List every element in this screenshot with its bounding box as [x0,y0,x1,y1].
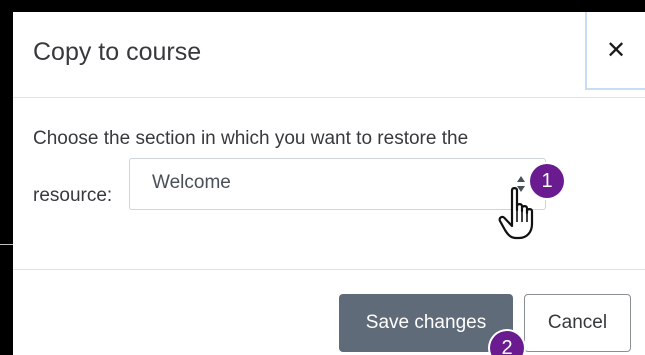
background-divider [0,244,14,245]
section-select[interactable]: Welcome [129,158,546,210]
hand-pointer-icon [498,187,534,240]
dialog-title: Copy to course [33,38,202,66]
close-icon: ✕ [605,36,627,64]
section-prompt-text: Choose the section in which you want to … [33,128,469,149]
section-select-value: Welcome [152,172,231,193]
cancel-button[interactable]: Cancel [524,294,631,352]
save-changes-button[interactable]: Save changes [339,294,513,352]
section-prompt-label: resource: [33,185,113,206]
close-button[interactable]: ✕ [585,12,645,90]
dialog-footer: Save changes Cancel [13,269,645,355]
screenshot-stage: Copy to course ✕ Choose the section in w… [0,0,645,355]
background-frame-left [0,0,13,355]
dialog-header: Copy to course ✕ [13,12,645,98]
background-frame-top [0,0,645,12]
